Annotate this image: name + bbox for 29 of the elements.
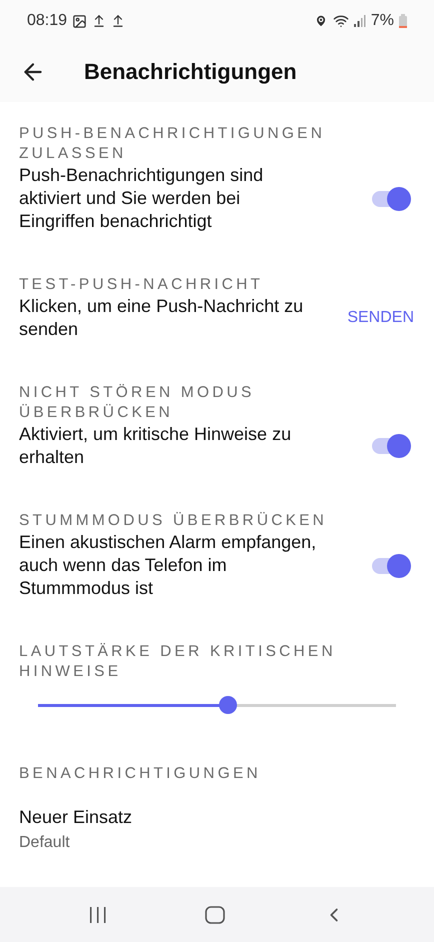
- page-title: Benachrichtigungen: [84, 59, 297, 85]
- toggle-switch[interactable]: [370, 186, 412, 212]
- section-heading: LAUTSTÄRKE DER KRITISCHEN HINWEISE: [19, 642, 337, 682]
- wifi-icon: [332, 13, 349, 29]
- toggle-switch[interactable]: [370, 433, 412, 459]
- section-heading: TEST-PUSH-NACHRICHT: [19, 275, 264, 295]
- image-icon: [72, 14, 88, 28]
- section-heading: PUSH-BENACHRICHTIGUNGEN ZULASSEN: [19, 124, 326, 164]
- status-time: 08:19: [27, 12, 68, 30]
- battery-percent: 7%: [370, 12, 394, 30]
- setting-description: Push-Benachrichtigungen sind aktiviert und Sie werden bei Eingriffen benachrichtigt: [19, 164, 264, 233]
- toggle-switch[interactable]: [370, 552, 412, 578]
- recent-apps-icon[interactable]: [89, 906, 107, 922]
- section-heading: BENACHRICHTIGUNGEN: [19, 764, 262, 784]
- battery-icon: [399, 14, 407, 28]
- notification-subtitle: Default: [19, 834, 71, 852]
- upload-icon: [92, 14, 106, 28]
- setting-description: Aktiviert, um kritische Hinweise zu erhalten: [19, 423, 292, 469]
- notification-title[interactable]: Neuer Einsatz: [19, 807, 414, 828]
- upload-icon: [111, 14, 126, 28]
- signal-icon: [354, 15, 366, 27]
- section-heading: STUMMMODUS ÜBERBRÜCKEN: [19, 511, 328, 531]
- location-icon: [314, 14, 328, 28]
- send-button[interactable]: SENDEN: [347, 309, 414, 327]
- home-icon[interactable]: [205, 906, 225, 924]
- slider-thumb[interactable]: [218, 696, 237, 714]
- setting-description: Klicken, um eine Push-Nachricht zu senden: [19, 295, 304, 341]
- section-heading: NICHT STÖREN MODUS ÜBERBRÜCKEN: [19, 383, 256, 423]
- setting-description: Einen akustischen Alarm empfangen, auch wenn das Telefon im Stummmodus ist: [19, 531, 318, 600]
